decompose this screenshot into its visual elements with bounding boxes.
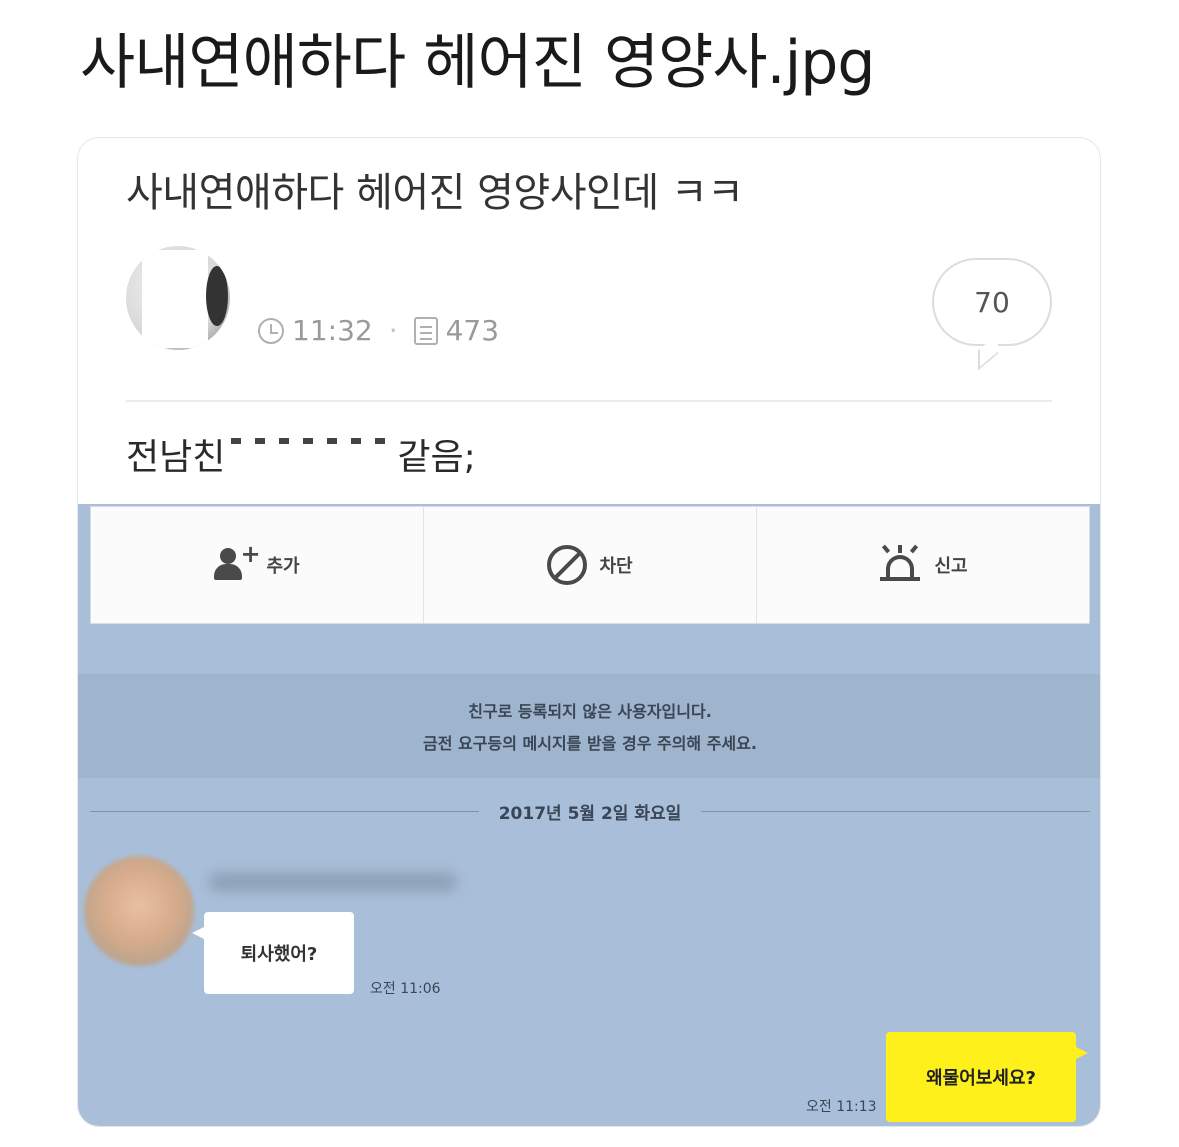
- comment-count: 70: [974, 285, 1010, 319]
- post-title[interactable]: 사내연애하다 헤어진 영양사인데 ㅋㅋ: [126, 160, 744, 218]
- divider: [126, 400, 1052, 402]
- report-icon: [878, 544, 922, 585]
- block-label: 차단: [599, 556, 633, 577]
- view-count: 473: [445, 314, 500, 347]
- censored-text: [227, 434, 395, 474]
- date-separator: 2017년 5월 2일 화요일: [90, 796, 1091, 826]
- block-button[interactable]: 차단: [424, 507, 757, 623]
- incoming-time: 오전 11:06: [370, 981, 441, 997]
- notice-line-1: 친구로 등록되지 않은 사용자입니다.: [468, 702, 712, 721]
- post-meta: 11:32 · 473: [258, 314, 499, 347]
- post-body-end: 같음;: [397, 437, 476, 478]
- notice-line-2: 금전 요구등의 메시지를 받을 경우 주의해 주세요.: [423, 734, 757, 753]
- warning-notice: 친구로 등록되지 않은 사용자입니다. 금전 요구등의 메시지를 받을 경우 주…: [78, 674, 1100, 778]
- incoming-message: 퇴사했어?: [192, 912, 354, 994]
- report-button[interactable]: 신고: [757, 507, 1089, 623]
- incoming-message-text: 퇴사했어?: [240, 944, 318, 965]
- post-card[interactable]: 사내연애하다 헤어진 영양사인데 ㅋㅋ 11:32 · 473 70 전남친 같…: [77, 137, 1101, 1127]
- clock-icon: [258, 317, 284, 344]
- add-friend-button[interactable]: + 추가: [91, 507, 424, 623]
- post-time: 11:32: [292, 314, 373, 347]
- outgoing-message: 왜물어보세요?: [886, 1032, 1088, 1122]
- outgoing-time: 오전 11:13: [806, 1099, 877, 1115]
- author-avatar[interactable]: [126, 246, 230, 350]
- chat-date: 2017년 5월 2일 화요일: [498, 803, 682, 824]
- add-friend-icon: +: [214, 540, 261, 582]
- sender-name-blurred: [208, 872, 458, 892]
- chat-screenshot: + 추가 차단 신고 친구로 등록되지 않은 사용자입니다. 금전 요구등의 메…: [78, 504, 1100, 1126]
- post-body-start: 전남친: [126, 437, 226, 478]
- views-icon: [413, 316, 438, 345]
- sender-avatar: [84, 856, 194, 966]
- meta-separator: ·: [388, 314, 398, 347]
- chat-action-bar: + 추가 차단 신고: [90, 506, 1090, 624]
- report-label: 신고: [934, 556, 968, 577]
- outgoing-message-text: 왜물어보세요?: [926, 1068, 1036, 1089]
- block-icon: [547, 545, 588, 585]
- avatar-edge: [206, 266, 228, 326]
- add-friend-label: 추가: [266, 556, 300, 577]
- page-title: 사내연애하다 헤어진 영양사.jpg: [80, 28, 875, 98]
- post-body: 전남친 같음;: [126, 428, 476, 480]
- date-line-left: [90, 810, 479, 812]
- comment-count-button[interactable]: 70: [932, 258, 1052, 346]
- date-line-right: [701, 810, 1091, 812]
- avatar-mask: [142, 250, 208, 348]
